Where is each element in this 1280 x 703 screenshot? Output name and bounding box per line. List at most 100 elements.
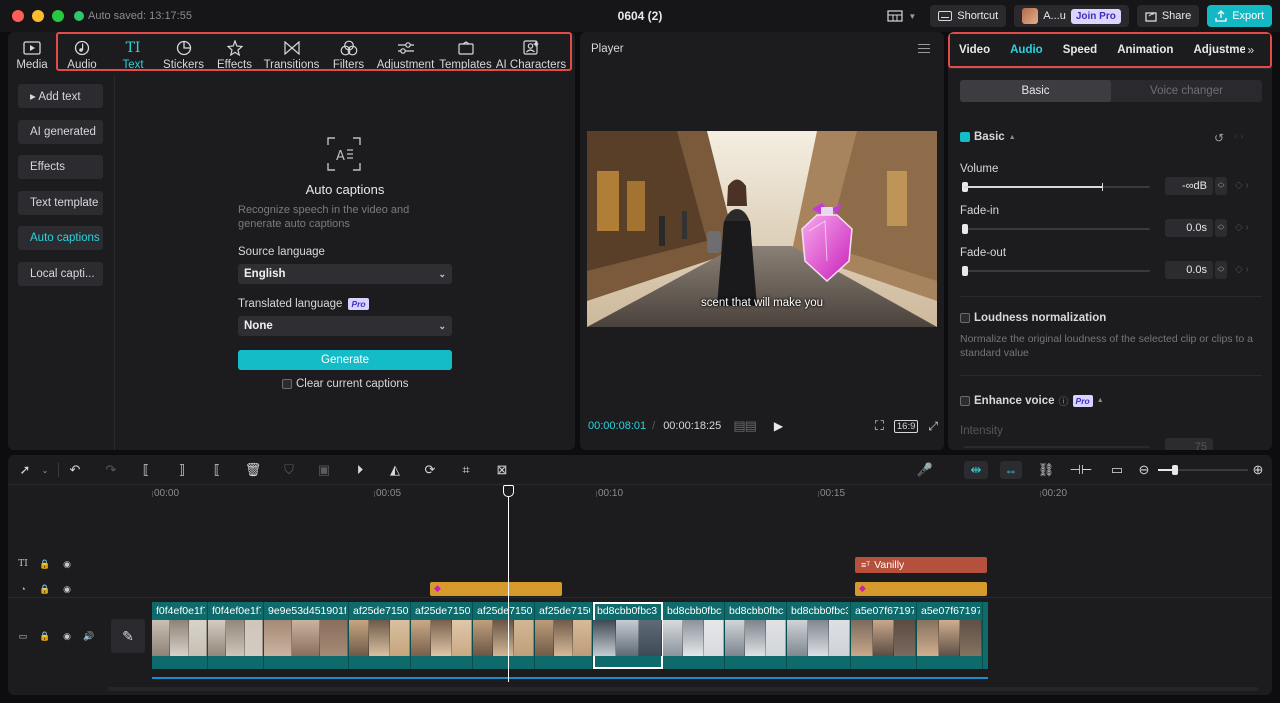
playhead-handle[interactable]	[503, 485, 514, 497]
mirror-icon[interactable]: ◭	[386, 461, 404, 479]
split-left-icon[interactable]: ⟧	[173, 461, 191, 479]
split-icon[interactable]: ⟦	[137, 461, 155, 479]
category-effects[interactable]: Effects	[209, 32, 260, 76]
aspect-ratio-button[interactable]: 16:9	[893, 419, 919, 433]
fade-out-keyframe-icon[interactable]: ◇ ›	[1235, 264, 1249, 275]
clear-captions-option[interactable]: Clear current captions	[282, 378, 409, 390]
tab-video[interactable]: Video	[948, 44, 1000, 56]
video-preview[interactable]: scent that will make you	[587, 131, 937, 327]
video-clip[interactable]: af25de7150	[535, 602, 593, 669]
tab-adjustment[interactable]: Adjustmen	[1183, 44, 1245, 56]
reset-icon[interactable]: ↺	[1214, 131, 1224, 145]
nav-effects[interactable]: Effects	[18, 155, 103, 179]
volume-slider[interactable]	[962, 182, 1150, 192]
fade-in-slider[interactable]	[962, 224, 1150, 234]
category-media[interactable]: Media	[8, 32, 56, 76]
undo-icon[interactable]: ↶	[66, 461, 84, 479]
chevron-down-icon[interactable]: ⌄	[36, 461, 54, 479]
basic-checkbox[interactable]	[960, 132, 970, 142]
nav-ai-generated[interactable]: AI generated	[18, 120, 103, 144]
intensity-value[interactable]: 75	[1165, 438, 1213, 450]
eye-icon[interactable]: ◉	[60, 629, 74, 643]
fade-out-value[interactable]: 0.0s	[1165, 261, 1213, 279]
volume-value[interactable]: -∞dB	[1165, 177, 1213, 195]
tab-speed[interactable]: Speed	[1053, 44, 1108, 56]
volume-stepper[interactable]: ︿ ﹀	[1215, 177, 1227, 195]
text-clip[interactable]: ≡ᵀ Vanilly	[855, 557, 987, 573]
player-menu-icon[interactable]	[918, 44, 930, 53]
layout-menu-button[interactable]: ▼	[881, 5, 922, 27]
speaker-icon[interactable]: 🔊	[82, 629, 96, 643]
tab-audio[interactable]: Audio	[1000, 44, 1053, 56]
zoom-slider-knob[interactable]	[1172, 465, 1178, 475]
info-icon[interactable]: ⓘ	[1059, 393, 1069, 408]
remove-background-icon[interactable]: ⊠	[493, 461, 511, 479]
zoom-in-icon[interactable]: ⊕	[1249, 461, 1267, 479]
freeze-icon[interactable]: ▣	[315, 461, 333, 479]
category-ai-characters[interactable]: AI Characters	[494, 32, 568, 76]
lock-icon[interactable]: 🔒	[38, 582, 52, 596]
video-clip[interactable]: bd8cbb0fbc3	[663, 602, 725, 669]
enhance-voice-checkbox[interactable]	[960, 395, 970, 406]
shortcut-button[interactable]: Shortcut	[930, 5, 1007, 27]
category-text[interactable]: TI Text	[108, 32, 158, 76]
video-clip[interactable]: bd8cbb0fbc3	[787, 602, 851, 669]
export-button[interactable]: Export	[1207, 5, 1272, 27]
sticker-clip[interactable]: ◆	[855, 582, 987, 596]
tab-animation[interactable]: Animation	[1107, 44, 1183, 56]
magnet-link-icon[interactable]: ⇹	[964, 461, 988, 479]
intensity-slider[interactable]	[964, 446, 1150, 448]
link-icon[interactable]: ⛓	[1037, 461, 1055, 479]
zoom-out-icon[interactable]: ⊖	[1135, 461, 1153, 479]
video-clip[interactable]: af25de71501	[473, 602, 535, 669]
play-speed-icon[interactable]: ⏵	[351, 461, 369, 479]
auto-snap-icon[interactable]: ⇔	[1000, 461, 1022, 479]
enhance-voice-option[interactable]: Enhance voice ⓘ Pro ▲	[960, 393, 1104, 408]
keyframe-nav-icon[interactable]: ‹ ›	[1234, 131, 1243, 142]
timeline-scrollbar[interactable]	[108, 687, 1258, 691]
nav-local-captions[interactable]: Local capti...	[18, 262, 103, 286]
fade-out-stepper[interactable]: ︿ ﹀	[1215, 261, 1227, 279]
volume-keyframe-icon[interactable]: ◇ ›	[1235, 180, 1249, 191]
rotate-icon[interactable]: ⟳	[421, 461, 439, 479]
fullscreen-icon[interactable]: ⤢	[928, 419, 938, 434]
zoom-slider[interactable]	[1158, 465, 1248, 475]
video-clip[interactable]: f0f4ef0e1f7	[152, 602, 208, 669]
fade-in-slider-knob[interactable]	[962, 224, 968, 234]
split-right-icon[interactable]: ⟦	[208, 461, 226, 479]
category-transitions[interactable]: Transitions	[260, 32, 323, 76]
translated-language-select[interactable]: None ⌄	[238, 316, 452, 336]
fade-out-slider-knob[interactable]	[962, 266, 968, 276]
nav-auto-captions[interactable]: Auto captions	[18, 226, 103, 250]
more-tabs-icon[interactable]: »	[1247, 43, 1254, 57]
segment-voice-changer[interactable]: Voice changer	[1111, 80, 1262, 102]
segment-basic[interactable]: Basic	[960, 80, 1111, 102]
microphone-icon[interactable]: 🎤	[916, 461, 934, 479]
video-clip[interactable]: bd8cbb0fbc3	[593, 602, 663, 669]
maximize-window-button[interactable]	[52, 10, 64, 22]
lock-icon[interactable]: 🔒	[38, 629, 52, 643]
fade-in-keyframe-icon[interactable]: ◇ ›	[1235, 222, 1249, 233]
waveform-icon[interactable]: ▤▤	[733, 418, 757, 434]
lock-icon[interactable]: 🔒	[38, 557, 52, 571]
delete-icon[interactable]: 🗑	[244, 461, 262, 479]
playhead[interactable]	[508, 486, 509, 682]
redo-icon[interactable]: ↷	[102, 461, 120, 479]
basic-section-header[interactable]: Basic ▲	[960, 131, 1016, 143]
loudness-option[interactable]: Loudness normalization	[960, 312, 1106, 324]
video-clip[interactable]: af25de71501	[411, 602, 473, 669]
fade-out-slider[interactable]	[962, 266, 1150, 276]
generate-button[interactable]: Generate	[238, 350, 452, 370]
category-templates[interactable]: Templates	[437, 32, 494, 76]
category-audio[interactable]: Audio	[56, 32, 108, 76]
fade-in-value[interactable]: 0.0s	[1165, 219, 1213, 237]
video-clip[interactable]: 9e9e53d451901f8	[264, 602, 349, 669]
select-tool-icon[interactable]: ➚	[16, 461, 34, 479]
video-clip[interactable]: a5e07f671979	[851, 602, 917, 669]
shield-icon[interactable]: ⛉	[280, 461, 298, 479]
nav-add-text[interactable]: ▸ Add text	[18, 84, 103, 108]
join-pro-button[interactable]: Join Pro	[1070, 8, 1121, 24]
minimize-window-button[interactable]	[32, 10, 44, 22]
video-clip[interactable]: af25de71501	[349, 602, 411, 669]
cover-edit-button[interactable]: ✎	[111, 619, 145, 653]
